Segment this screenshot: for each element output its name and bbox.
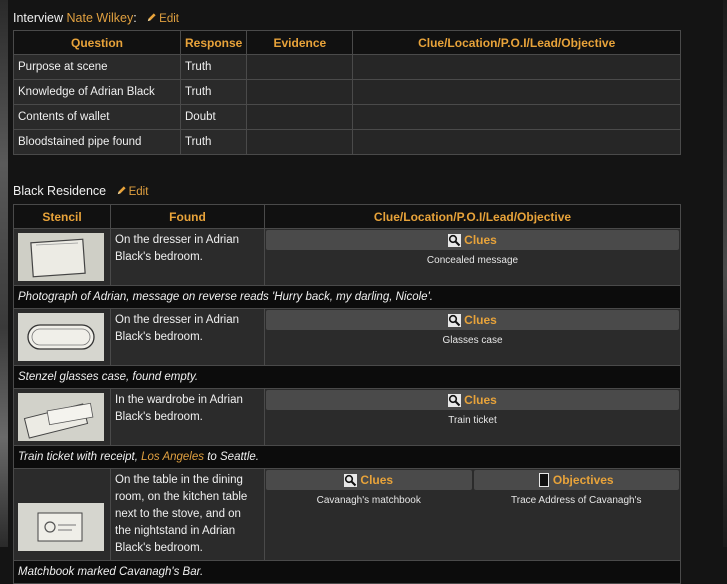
residence-table: Stencil Found Clue/Location/P.O.I/Lead/O… bbox=[13, 204, 681, 584]
clue-cell: Clues Concealed message bbox=[264, 228, 681, 286]
magnifier-icon bbox=[448, 313, 462, 327]
objective-name[interactable]: Trace Address of Cavanagh's bbox=[474, 495, 680, 506]
question-cell: Knowledge of Adrian Black bbox=[13, 79, 181, 105]
stencil-image-train-ticket[interactable] bbox=[18, 393, 104, 441]
clues-button[interactable]: Clues bbox=[266, 230, 679, 250]
clue-name[interactable]: Glasses case bbox=[266, 335, 679, 346]
interview-edit-link[interactable]: Edit bbox=[146, 13, 179, 25]
clues-label: Clues bbox=[464, 233, 497, 247]
evidence-row: On the dresser in Adrian Black's bedroom… bbox=[13, 308, 681, 366]
interviewee-name[interactable]: Nate Wilkey bbox=[67, 11, 134, 25]
column-header: Found bbox=[110, 204, 265, 229]
clue-cell: Clues Glasses case bbox=[264, 308, 681, 366]
question-cell: Bloodstained pipe found bbox=[13, 129, 181, 155]
table-header-row: Question Response Evidence Clue/Location… bbox=[13, 30, 681, 55]
column-header: Clue/Location/P.O.I/Lead/Objective bbox=[264, 204, 681, 229]
description-row: Matchbook marked Cavanagh's Bar. bbox=[13, 560, 681, 584]
response-cell: Truth bbox=[179, 129, 248, 155]
found-location: On the dresser in Adrian Black's bedroom… bbox=[110, 228, 265, 286]
evidence-cell bbox=[246, 79, 354, 105]
residence-heading: Black Residence Edit bbox=[13, 184, 148, 198]
column-header: Question bbox=[13, 30, 181, 55]
clue-cell bbox=[352, 79, 681, 105]
objectives-column: Objectives Trace Address of Cavanagh's bbox=[473, 470, 680, 506]
column-header: Response bbox=[179, 30, 248, 55]
desc-text: to Seattle. bbox=[207, 451, 260, 463]
evidence-row: On the dresser in Adrian Black's bedroom… bbox=[13, 228, 681, 286]
objective-icon bbox=[538, 473, 549, 487]
clue-cell: Clues Train ticket bbox=[264, 388, 681, 446]
interview-table: Question Response Evidence Clue/Location… bbox=[13, 30, 681, 155]
clue-cell bbox=[352, 129, 681, 155]
table-row: Bloodstained pipe found Truth bbox=[13, 129, 681, 155]
table-header-row: Stencil Found Clue/Location/P.O.I/Lead/O… bbox=[13, 204, 681, 229]
table-row: Knowledge of Adrian Black Truth bbox=[13, 79, 681, 105]
magnifier-icon bbox=[344, 473, 358, 487]
interview-prefix: Interview bbox=[13, 11, 64, 25]
evidence-cell bbox=[246, 129, 354, 155]
response-cell: Truth bbox=[179, 79, 248, 105]
desc-text: Train ticket with receipt, bbox=[18, 451, 138, 463]
location-link[interactable]: Los Angeles bbox=[141, 451, 204, 463]
edit-label: Edit bbox=[159, 13, 179, 25]
magnifier-icon bbox=[448, 393, 462, 407]
clues-label: Clues bbox=[464, 313, 497, 327]
stencil-cell bbox=[13, 388, 111, 446]
question-cell: Purpose at scene bbox=[13, 54, 181, 80]
clue-name[interactable]: Train ticket bbox=[266, 415, 679, 426]
magnifier-icon bbox=[448, 233, 462, 247]
description-row: Stenzel glasses case, found empty. bbox=[13, 365, 681, 389]
clues-button[interactable]: Clues bbox=[266, 390, 679, 410]
clue-name[interactable]: Concealed message bbox=[266, 255, 679, 266]
column-header: Stencil bbox=[13, 204, 111, 229]
item-description: Stenzel glasses case, found empty. bbox=[13, 365, 681, 389]
stencil-cell bbox=[13, 228, 111, 286]
stencil-cell bbox=[13, 308, 111, 366]
found-location: On the dresser in Adrian Black's bedroom… bbox=[110, 308, 265, 366]
column-header: Clue/Location/P.O.I/Lead/Objective bbox=[352, 30, 681, 55]
pencil-icon bbox=[117, 186, 126, 195]
item-description: Train ticket with receipt, Los Angeles t… bbox=[13, 445, 681, 469]
objectives-label: Objectives bbox=[552, 473, 614, 487]
background-image-strip bbox=[0, 0, 8, 547]
interview-heading: Interview Nate Wilkey: Edit bbox=[13, 11, 179, 25]
evidence-cell bbox=[246, 104, 354, 130]
stencil-image-photograph[interactable] bbox=[18, 233, 104, 281]
pencil-icon bbox=[148, 13, 156, 22]
residence-title: Black Residence bbox=[13, 184, 107, 198]
objectives-button[interactable]: Objectives bbox=[473, 470, 679, 490]
evidence-cell bbox=[246, 54, 354, 80]
clues-button[interactable]: Clues bbox=[266, 310, 679, 330]
heading-colon: : bbox=[133, 11, 137, 25]
background-image-strip-right bbox=[723, 0, 727, 547]
question-cell: Contents of wallet bbox=[13, 104, 181, 130]
evidence-row: In the wardrobe in Adrian Black's bedroo… bbox=[13, 388, 681, 446]
edit-label: Edit bbox=[128, 186, 149, 198]
response-cell: Truth bbox=[179, 54, 248, 80]
clues-button[interactable]: Clues bbox=[266, 470, 472, 490]
item-description: Photograph of Adrian, message on reverse… bbox=[13, 285, 681, 309]
clues-column: Clues Cavanagh's matchbook bbox=[266, 470, 472, 506]
column-header: Evidence bbox=[246, 30, 354, 55]
clue-cell bbox=[352, 104, 681, 130]
stencil-image-matchbook[interactable] bbox=[18, 503, 104, 551]
description-row: Photograph of Adrian, message on reverse… bbox=[13, 285, 681, 309]
clues-label: Clues bbox=[360, 473, 394, 487]
stencil-image-glasses-case[interactable] bbox=[18, 313, 104, 361]
clues-label: Clues bbox=[464, 393, 497, 407]
table-row: Contents of wallet Doubt bbox=[13, 104, 681, 130]
response-cell: Doubt bbox=[179, 104, 248, 130]
item-description: Matchbook marked Cavanagh's Bar. bbox=[13, 560, 681, 584]
clue-objective-split: Clues Cavanagh's matchbook Objectives Tr… bbox=[266, 470, 679, 506]
table-row: Purpose at scene Truth bbox=[13, 54, 681, 80]
description-row: Train ticket with receipt, Los Angeles t… bbox=[13, 445, 681, 469]
found-location: In the wardrobe in Adrian Black's bedroo… bbox=[110, 388, 265, 446]
clue-name[interactable]: Cavanagh's matchbook bbox=[266, 495, 472, 506]
residence-edit-link[interactable]: Edit bbox=[116, 186, 149, 198]
clue-cell bbox=[352, 54, 681, 80]
